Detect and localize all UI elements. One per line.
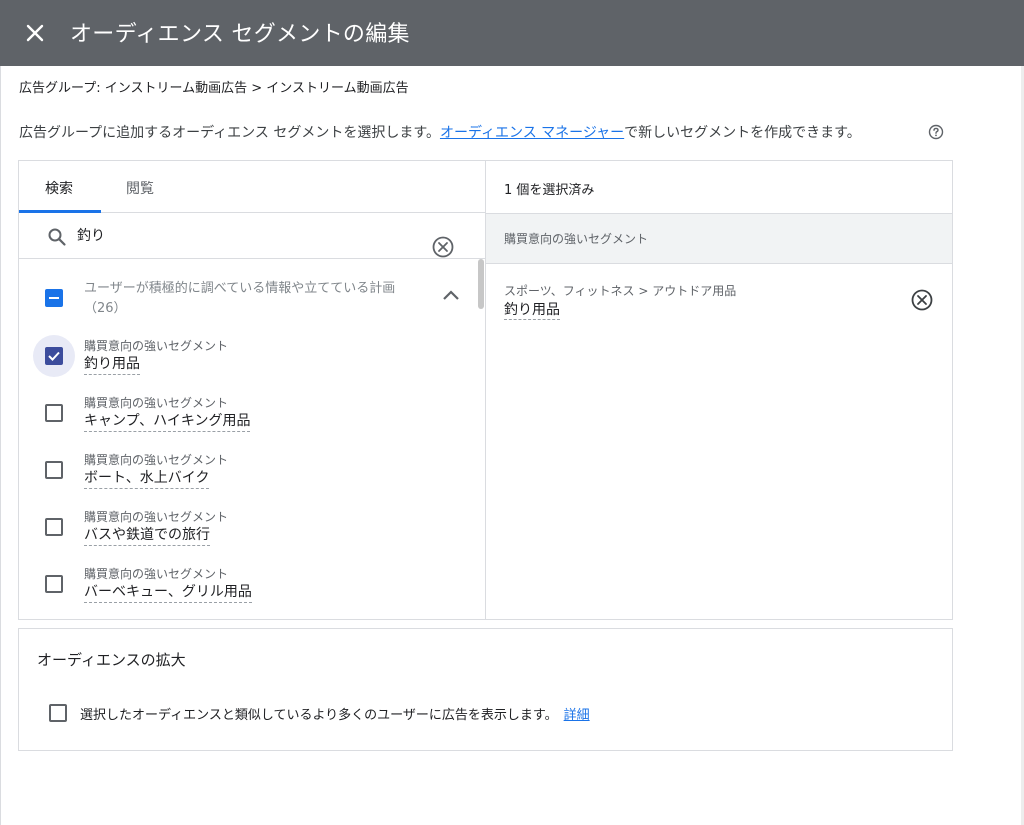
search-pane: 検索 閲覧 ユーザーが積極的に調べている情報や立てている計画 （26） (19, 161, 486, 619)
item-name[interactable]: バーベキュー、グリル用品 (84, 583, 252, 603)
indeterminate-icon (49, 297, 59, 299)
search-bar (19, 213, 485, 259)
group-count: （26） (84, 301, 127, 316)
group-label-text: ユーザーが積極的に調べている情報や立てている計画 (84, 281, 396, 296)
group-checkbox[interactable] (45, 289, 63, 307)
selected-section-header: 購買意向の強いセグメント (486, 214, 952, 264)
group-label: ユーザーが積極的に調べている情報や立てている計画 （26） (84, 279, 424, 319)
list-item: 購買意向の強いセグメント キャンプ、ハイキング用品 (19, 390, 477, 447)
breadcrumb: 広告グループ: インストリーム動画広告 > インストリーム動画広告 (19, 81, 409, 96)
expansion-title: オーディエンスの拡大 (37, 651, 186, 669)
results-scrollbar[interactable] (478, 259, 484, 309)
item-category: 購買意向の強いセグメント (84, 567, 229, 581)
expansion-checkbox[interactable] (49, 704, 67, 722)
tab-search[interactable]: 検索 (45, 178, 73, 198)
checkbox-unchecked (45, 404, 63, 422)
list-item: 購買意向の強いセグメント ボート、水上バイク (19, 447, 477, 504)
search-icon (48, 228, 66, 246)
expansion-label-text: 選択したオーディエンスと類似しているより多くのユーザーに広告を表示します。 (80, 708, 558, 723)
close-icon (26, 24, 44, 42)
selected-item-name[interactable]: 釣り用品 (504, 301, 560, 320)
item-name[interactable]: キャンプ、ハイキング用品 (84, 412, 251, 432)
item-checkbox[interactable] (33, 563, 75, 605)
item-category: 購買意向の強いセグメント (84, 339, 229, 353)
item-checkbox[interactable] (33, 506, 75, 548)
selected-count: 1 個を選択済み (504, 183, 595, 198)
item-checkbox[interactable] (33, 449, 75, 491)
item-category: 購買意向の強いセグメント (84, 510, 229, 524)
dialog-title: オーディエンス セグメントの編集 (70, 22, 410, 47)
list-item: 購買意向の強いセグメント バーベキュー、グリル用品 (19, 561, 477, 618)
search-input[interactable] (77, 227, 417, 243)
item-name[interactable]: 釣り用品 (84, 355, 140, 375)
tab-bar: 検索 閲覧 (19, 161, 485, 213)
audience-manager-link[interactable]: オーディエンス マネージャー (440, 122, 624, 142)
item-category: 購買意向の強いセグメント (84, 453, 229, 467)
remove-selection-icon[interactable] (910, 288, 934, 312)
details-link[interactable]: 詳細 (564, 708, 590, 723)
expansion-label: 選択したオーディエンスと類似しているより多くのユーザーに広告を表示します。 詳細 (80, 704, 590, 723)
checkbox-checked (45, 347, 63, 365)
result-group: ユーザーが積極的に調べている情報や立てている計画 （26） (19, 259, 477, 329)
item-name[interactable]: バスや鉄道での旅行 (84, 526, 210, 546)
description-text: 広告グループに追加するオーディエンス セグメントを選択します。 (19, 125, 440, 141)
selected-item-path: スポーツ、フィットネス > アウトドア用品 (504, 284, 737, 298)
selected-pane: 1 個を選択済み 購買意向の強いセグメント スポーツ、フィットネス > アウトド… (486, 161, 952, 619)
audience-expansion-card: オーディエンスの拡大 選択したオーディエンスと類似しているより多くのユーザーに広… (18, 628, 953, 751)
segment-picker-panel: 検索 閲覧 ユーザーが積極的に調べている情報や立てている計画 （26） (18, 160, 953, 620)
checkbox-unchecked (45, 518, 63, 536)
left-border (0, 66, 1, 825)
clear-search-icon[interactable] (431, 235, 455, 259)
chevron-up-icon[interactable] (441, 287, 461, 303)
checkbox-unchecked (45, 575, 63, 593)
description-text-end: で新しいセグメントを作成できます。 (624, 125, 861, 141)
selected-section-label: 購買意向の強いセグメント (504, 232, 649, 246)
help-icon[interactable] (928, 124, 944, 140)
item-name[interactable]: ボート、水上バイク (84, 469, 210, 489)
close-button[interactable] (22, 20, 48, 46)
item-checkbox[interactable] (33, 392, 75, 434)
list-item: 購買意向の強いセグメント 釣り用品 (19, 333, 477, 390)
item-checkbox[interactable] (33, 335, 75, 377)
check-icon (48, 351, 60, 361)
checkbox-unchecked (45, 461, 63, 479)
item-category: 購買意向の強いセグメント (84, 396, 229, 410)
list-item: 購買意向の強いセグメント バスや鉄道での旅行 (19, 504, 477, 561)
tab-browse[interactable]: 閲覧 (126, 178, 154, 198)
description: 広告グループに追加するオーディエンス セグメントを選択します。 オーディエンス … (19, 122, 861, 142)
dialog-header: オーディエンス セグメントの編集 (0, 0, 1024, 66)
